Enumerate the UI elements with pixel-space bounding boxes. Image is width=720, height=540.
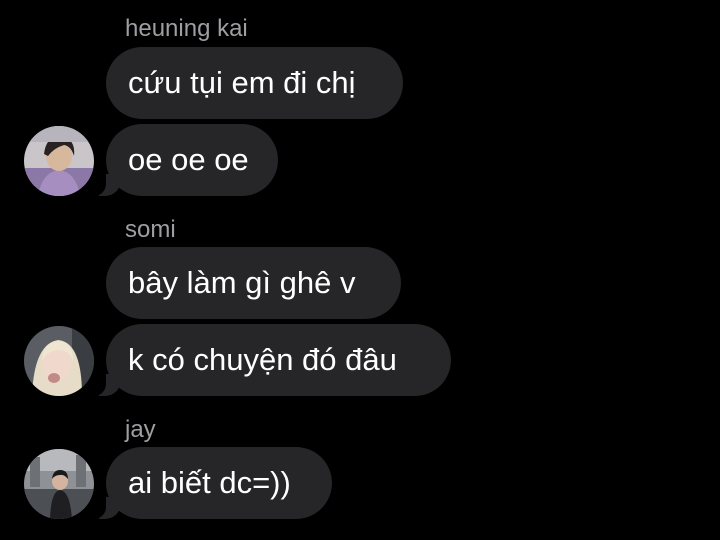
- message-bubble[interactable]: ai biết dc=)): [92, 447, 332, 519]
- sender-name-heuning-kai: heuning kai: [125, 15, 248, 42]
- message-bubble[interactable]: k có chuyện đó đâu: [92, 324, 451, 396]
- chat-thread: heuning kai cứu tụi em đi chị oe oe oe s…: [0, 0, 720, 540]
- avatar-jay[interactable]: [24, 449, 94, 519]
- message-text: cứu tụi em đi chị: [128, 65, 356, 100]
- message-bubble[interactable]: cứu tụi em đi chị: [106, 47, 403, 119]
- message-bubble[interactable]: bây làm gì ghê v: [106, 247, 401, 319]
- sender-name-somi: somi: [125, 216, 176, 243]
- avatar-somi[interactable]: [24, 326, 94, 396]
- profile-photo-icon: [24, 326, 94, 396]
- message-text: bây làm gì ghê v: [128, 265, 356, 300]
- sender-name-jay: jay: [125, 416, 156, 443]
- message-bubble[interactable]: oe oe oe: [92, 124, 278, 196]
- profile-photo-icon: [24, 449, 94, 519]
- message-text: ai biết dc=)): [128, 465, 291, 500]
- message-text: oe oe oe: [128, 142, 249, 177]
- profile-photo-icon: [24, 126, 94, 196]
- message-text: k có chuyện đó đâu: [128, 342, 397, 377]
- avatar-heuning-kai[interactable]: [24, 126, 94, 196]
